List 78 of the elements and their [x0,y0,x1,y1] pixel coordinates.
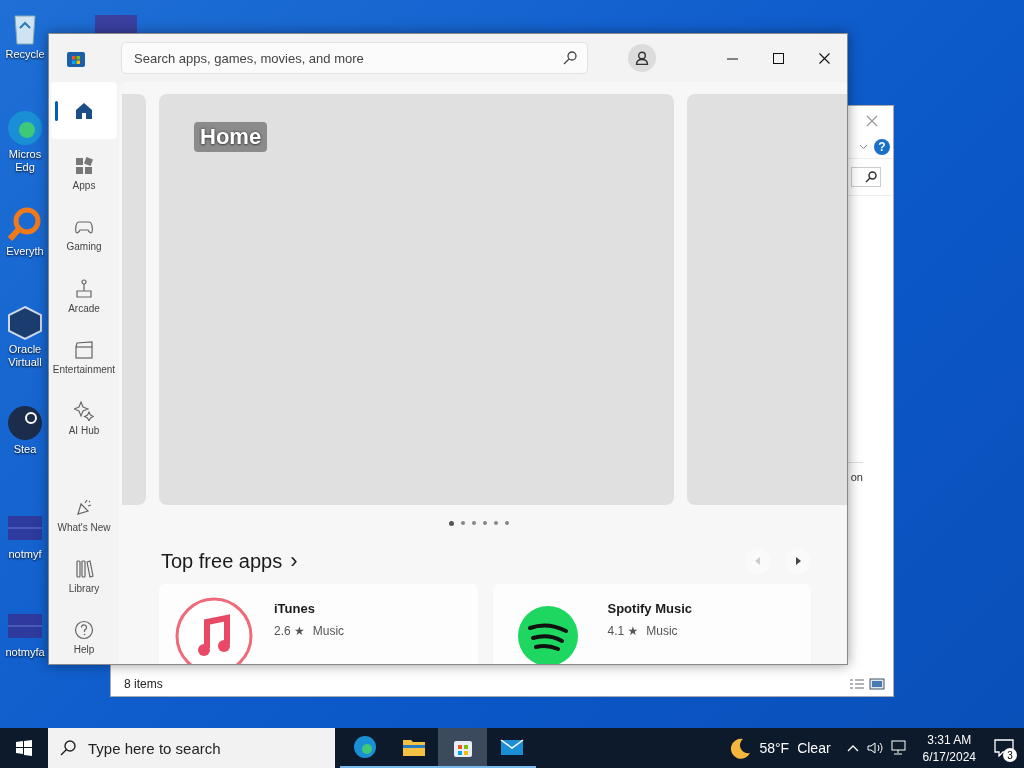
search-bar[interactable]: Search apps, games, movies, and more [121,42,588,74]
weather-widget[interactable]: 58°F Clear [719,737,841,759]
clock[interactable]: 3:31 AM 6/17/2024 [914,732,984,764]
section-title[interactable]: Top free apps [161,549,283,573]
carousel-dot[interactable] [483,521,487,525]
caret-left-icon [755,557,761,565]
close-icon [866,115,878,127]
chevron-up-icon[interactable] [846,744,859,752]
close-icon [818,52,830,64]
nav-tab[interactable]: Help [51,610,117,664]
person-icon [635,51,649,65]
app-category: Music [312,624,345,638]
search-icon [60,740,76,756]
nav-tab[interactable] [51,82,117,140]
app-name: Spotify Music [607,601,692,616]
browser-icon [352,735,377,759]
carousel-dot[interactable] [449,521,454,526]
search-field[interactable] [851,167,881,187]
notification-badge: 3 [1003,748,1017,762]
taskbar-app-button[interactable] [438,728,487,768]
desktop-icon-label[interactable]: Stea [13,443,37,456]
books-icon [74,558,94,579]
search-icon [563,51,577,65]
nav-tab[interactable]: Entertainment [51,330,117,384]
desktop-icon-label[interactable]: Recycle [5,48,45,61]
nav-tab[interactable]: Library [51,549,117,603]
help-icon [74,619,94,640]
desktop-icon-label[interactable]: Edg [15,161,35,174]
windows-logo-icon [16,740,32,756]
notifications-button[interactable]: 3 [984,728,1024,768]
network-icon[interactable] [890,740,909,756]
desktop-icon-label[interactable]: Micros [8,148,42,161]
speech-bubble-icon [994,739,1014,757]
moon-icon [729,737,752,759]
search-icon [865,171,877,183]
nav-tab[interactable]: What's New [51,488,117,542]
item-count: 8 items [124,677,163,691]
app-name: iTunes [274,601,316,616]
desktop-file-thumbnail[interactable] [95,15,137,35]
desktop-app-icon[interactable] [5,303,45,343]
search-input[interactable]: Search apps, games, movies, and more [132,49,557,67]
hero-title: Home [194,122,268,152]
help-button[interactable]: ? [874,139,890,155]
app-category: Music [646,624,678,638]
carousel-dot[interactable] [472,521,476,525]
desktop-icon-label[interactable]: Virtuall [8,356,42,369]
desktop-icon-label[interactable]: notmyf [8,548,42,561]
maximize-icon [772,52,784,64]
sparkles-icon [74,400,94,421]
store-logo-icon [67,49,85,67]
search-bar[interactable]: Type here to search [48,728,335,768]
app-rating: 2.6 ★ [274,624,305,638]
caret-right-icon [795,557,801,565]
carousel-dot[interactable] [461,521,465,525]
desktop-icon-label[interactable]: Oracle [8,343,42,356]
nav-tab[interactable]: Gaming [51,208,117,262]
apps-icon [74,156,94,177]
party-popper-icon [74,497,94,518]
desktop-icon-label[interactable]: notmyfa [5,646,45,659]
app-card[interactable]: Spotify Music 4.1 ★ Music [492,584,811,664]
nav-tab[interactable]: AI Hub [51,391,117,445]
large-icons-view-icon[interactable] [869,678,885,690]
clapperboard-icon [74,339,94,360]
nav-tab[interactable]: Apps [51,147,117,201]
app-card[interactable]: iTunes 2.6 ★ Music [159,584,478,664]
carousel-dot[interactable] [505,521,509,525]
account-button[interactable] [628,44,656,72]
nav-tab[interactable]: Arcade [51,269,117,323]
app-rating: 4.1 ★ [607,624,639,638]
joystick-icon [74,278,94,299]
search-input[interactable]: Type here to search [86,738,320,758]
desktop-app-icon[interactable] [5,403,45,443]
chevron-link[interactable]: › [290,548,298,574]
speaker-icon[interactable] [866,741,883,755]
carousel-dot[interactable] [494,521,498,525]
home-icon [74,100,94,121]
chevron-down-icon[interactable] [859,144,868,150]
desktop-icon-label[interactable]: Everyth [6,245,44,258]
